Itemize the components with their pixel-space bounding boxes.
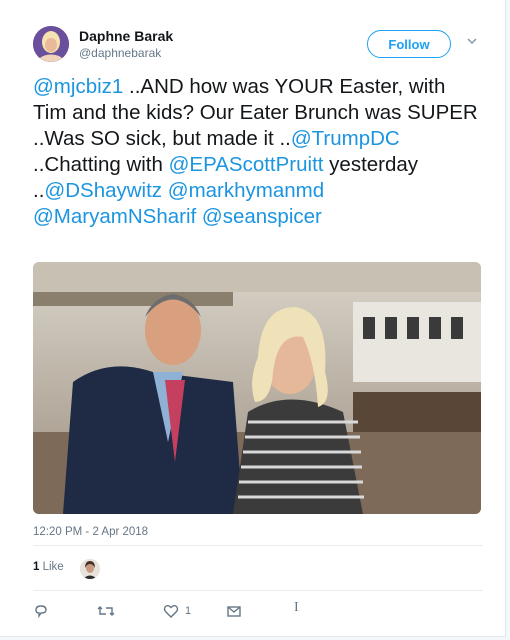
tweet-photo[interactable] bbox=[33, 262, 481, 514]
retweet-button[interactable] bbox=[97, 601, 115, 621]
tweet-actions: 1 bbox=[33, 601, 433, 621]
author-handle[interactable]: @daphnebarak bbox=[79, 46, 161, 60]
liker-avatar[interactable] bbox=[80, 559, 100, 579]
like-count-row[interactable]: 1 Like bbox=[33, 561, 64, 573]
like-label: Like bbox=[42, 561, 64, 573]
reply-button[interactable] bbox=[33, 601, 49, 621]
divider bbox=[33, 590, 483, 591]
tweet-timestamp[interactable]: 12:20 PM - 2 Apr 2018 bbox=[33, 526, 148, 538]
mention-link[interactable]: @markhymanmd bbox=[168, 179, 324, 202]
like-count: 1 bbox=[33, 561, 40, 573]
chevron-down-icon[interactable] bbox=[465, 34, 479, 48]
tweet-text: @mjcbiz1 ..AND how was YOUR Easter, with… bbox=[33, 74, 483, 230]
text-cursor-icon: I bbox=[294, 600, 299, 615]
direct-message-button[interactable] bbox=[226, 601, 242, 621]
divider bbox=[33, 545, 483, 546]
mention-link[interactable]: @MaryamNSharif bbox=[33, 205, 196, 228]
mention-link[interactable]: @EPAScottPruitt bbox=[169, 153, 324, 176]
heart-icon bbox=[163, 603, 179, 619]
mention-link[interactable]: @TrumpDC bbox=[291, 127, 400, 150]
mention-link[interactable]: @DShaywitz bbox=[44, 179, 162, 202]
mention-link[interactable]: @mjcbiz1 bbox=[33, 75, 123, 98]
reply-icon bbox=[33, 603, 49, 619]
envelope-icon bbox=[226, 603, 242, 619]
tweet-header: Daphne Barak @daphnebarak Follow bbox=[33, 26, 485, 66]
author-name[interactable]: Daphne Barak bbox=[79, 28, 173, 44]
author-avatar[interactable] bbox=[33, 26, 69, 62]
follow-button[interactable]: Follow bbox=[367, 30, 451, 58]
mention-link[interactable]: @seanspicer bbox=[202, 205, 322, 228]
retweet-icon bbox=[97, 603, 115, 619]
tweet-text-segment: ..Chatting with bbox=[33, 153, 169, 176]
tweet-card: Daphne Barak @daphnebarak Follow @mjcbiz… bbox=[0, 0, 506, 637]
like-action-count: 1 bbox=[185, 605, 192, 617]
like-button[interactable]: 1 bbox=[163, 601, 191, 621]
